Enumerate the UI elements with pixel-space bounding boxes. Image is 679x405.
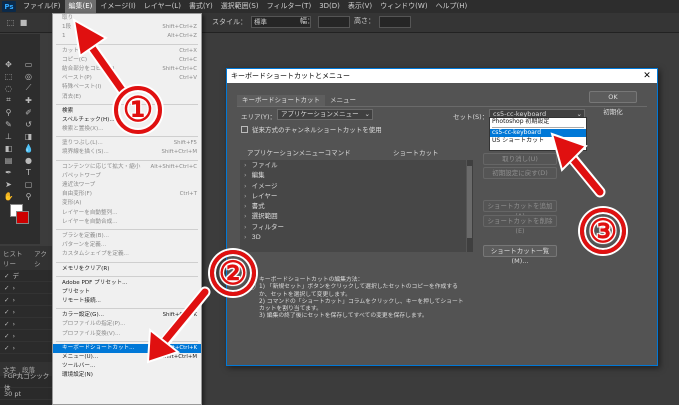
annotation-marker-2: ② xyxy=(210,250,256,296)
annotation-number-2: ② xyxy=(218,255,248,291)
annotation-marker-3: ③ xyxy=(580,208,626,254)
arrow-1-shaft xyxy=(84,38,126,94)
annotation-marker-1: ① xyxy=(114,86,162,134)
annotation-number-3: ③ xyxy=(588,213,618,249)
arrow-2-shaft xyxy=(159,288,209,347)
annotation-arrows xyxy=(72,18,606,364)
annotation-number-1: ① xyxy=(122,91,154,129)
